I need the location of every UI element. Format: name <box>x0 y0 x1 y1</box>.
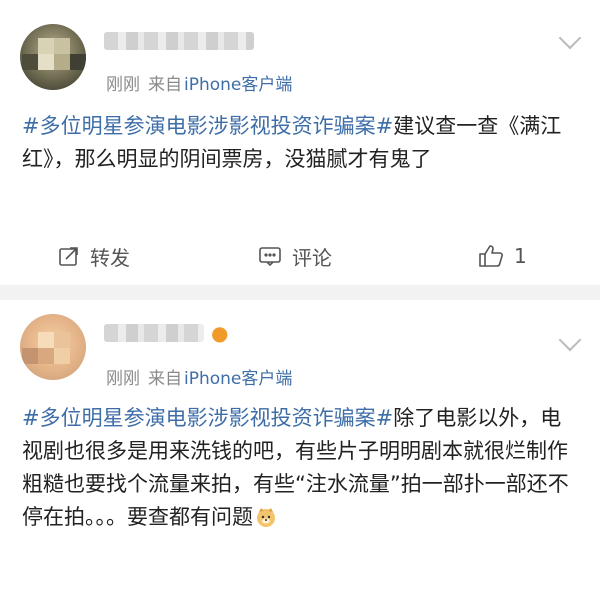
post-content: #多位明星参演电影涉影视投资诈骗案#建议查一查《满江红》，那么明显的阴间票房，没… <box>22 110 580 176</box>
action-bar: 转发 评论 1 <box>0 236 600 276</box>
post-divider <box>0 285 600 300</box>
source-prefix: 来自 <box>148 75 182 95</box>
chevron-down-icon[interactable] <box>558 328 582 352</box>
username-blurred[interactable] <box>104 324 204 342</box>
forward-button[interactable]: 转发 <box>58 236 130 276</box>
like-button[interactable]: 1 <box>478 236 527 276</box>
comment-button[interactable]: 评论 <box>258 236 332 276</box>
chevron-down-icon[interactable] <box>558 26 582 50</box>
username-blurred[interactable] <box>104 32 254 50</box>
source-app-link[interactable]: iPhone客户端 <box>184 75 292 95</box>
pufferfish-badge-icon: ● <box>211 321 229 345</box>
hashtag-link[interactable]: #多位明星参演电影涉影视投资诈骗案# <box>22 114 393 138</box>
forward-label: 转发 <box>90 245 130 270</box>
doge-emoji-icon <box>257 508 275 527</box>
post-meta: 刚刚 来自 iPhone客户端 <box>106 70 292 95</box>
source-app-link[interactable]: iPhone客户端 <box>184 369 292 389</box>
weibo-post-1: 刚刚 来自 iPhone客户端 #多位明星参演电影涉影视投资诈骗案#建议查一查《满江… <box>0 0 600 285</box>
source-prefix: 来自 <box>148 369 182 389</box>
post-time: 刚刚 <box>106 75 140 95</box>
forward-icon <box>59 247 78 266</box>
thumbs-up-icon <box>479 245 503 267</box>
avatar[interactable] <box>20 314 86 380</box>
like-count: 1 <box>514 244 527 268</box>
comment-label: 评论 <box>292 245 332 270</box>
avatar[interactable] <box>20 24 86 90</box>
post-meta: 刚刚 来自 iPhone客户端 <box>106 364 292 389</box>
hashtag-link[interactable]: #多位明星参演电影涉影视投资诈骗案# <box>22 406 393 430</box>
post-content: #多位明星参演电影涉影视投资诈骗案#除了电影以外，电视剧也很多是用来洗钱的吧，有… <box>22 402 580 534</box>
comment-icon <box>259 247 281 267</box>
post-time: 刚刚 <box>106 369 140 389</box>
weibo-post-2: ● 刚刚 来自 iPhone客户端 #多位明星参演电影涉影视投资诈骗案#除了电影以外… <box>0 300 600 605</box>
